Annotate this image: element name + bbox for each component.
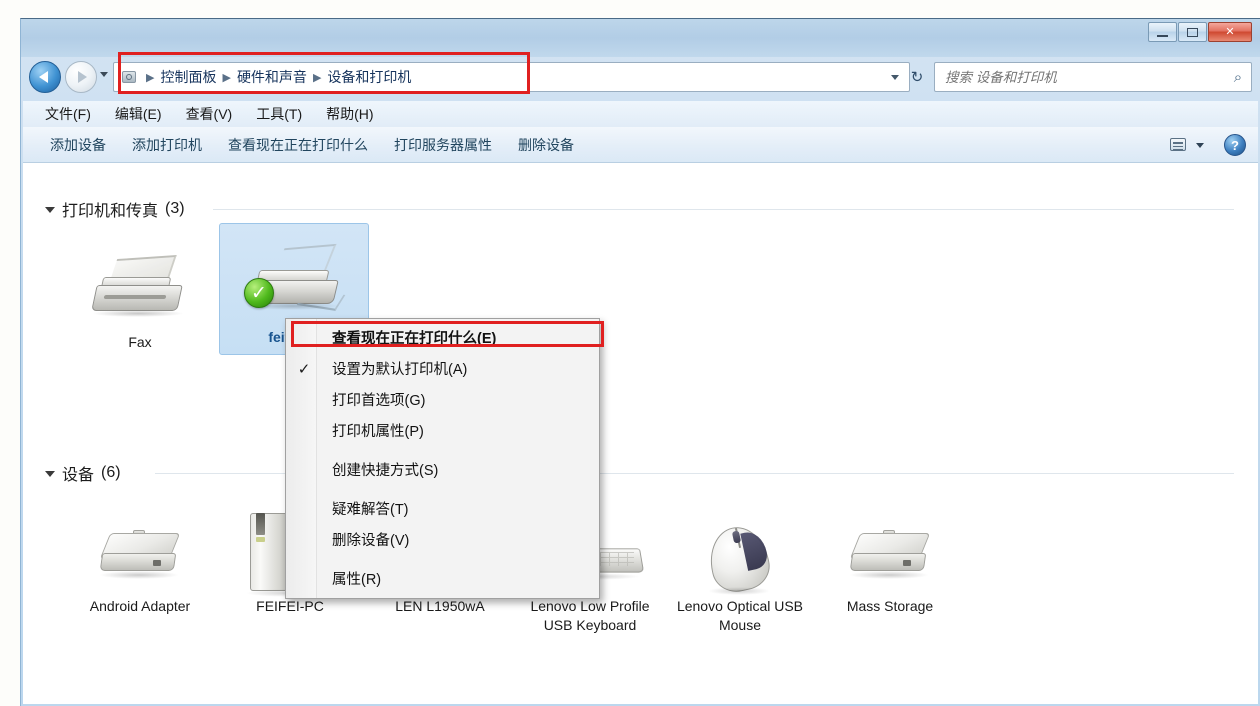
search-box[interactable]: ⌕ [934, 62, 1252, 92]
search-icon[interactable]: ⌕ [1225, 69, 1251, 86]
device-label-len-l1950wa: LEN L1950wA [395, 598, 485, 614]
printer-tile-fax[interactable]: Fax [65, 229, 215, 352]
context-menu-spacer [286, 555, 599, 563]
group-count-devices: (6) [101, 464, 121, 481]
context-menu-item-printing-preferences[interactable]: 打印首选项(G) [286, 384, 599, 415]
toolbar-right-group: ? [1168, 127, 1246, 163]
context-menu-spacer [286, 446, 599, 454]
device-label-keyboard: Lenovo Low Profile USB Keyboard [530, 598, 650, 633]
title-bar: ✕ [21, 19, 1260, 57]
toolbar-see-whats-printing[interactable]: 查看现在正在打印什么 [215, 131, 381, 159]
screenshot-root: ✕ ▶ 控制面板 ▶ 硬件和声音 ▶ 设备和打印机 ↻ 搜索 设备和打印机 ⌕ … [0, 0, 1260, 706]
forward-arrow-icon [78, 71, 87, 83]
context-menu-spacer [286, 485, 599, 493]
external-drive-icon [80, 499, 200, 595]
group-title-printers: 打印机和传真 [62, 203, 159, 220]
group-title-devices: 设备 [62, 467, 95, 484]
window-controls: ✕ [1148, 22, 1252, 42]
toolbar-add-device[interactable]: 添加设备 [37, 131, 119, 159]
close-icon: ✕ [1225, 25, 1235, 38]
menu-view[interactable]: 查看(V) [174, 101, 245, 127]
group-rule-printers [213, 209, 1234, 210]
menu-bar: 文件(F) 编辑(E) 查看(V) 工具(T) 帮助(H) [23, 101, 1258, 127]
context-menu-label: 删除设备(V) [332, 533, 410, 549]
address-bar[interactable]: ▶ 控制面板 ▶ 硬件和声音 ▶ 设备和打印机 [113, 62, 910, 92]
device-label-mouse: Lenovo Optical USB Mouse [676, 598, 804, 633]
context-menu-label: 打印机属性(P) [332, 424, 424, 440]
group-collapse-triangle-icon[interactable] [45, 471, 55, 477]
close-button[interactable]: ✕ [1208, 22, 1252, 42]
context-menu-item-see-whats-printing[interactable]: 查看现在正在打印什么(E) [286, 322, 599, 353]
command-toolbar: 添加设备 添加打印机 查看现在正在打印什么 打印服务器属性 删除设备 ? [23, 127, 1258, 163]
view-options-icon[interactable] [1168, 136, 1190, 154]
view-options-chevron-down-icon[interactable] [1196, 142, 1204, 148]
context-menu-item-set-as-default-printer[interactable]: ✓ 设置为默认打印机(A) [286, 353, 599, 384]
address-bar-row: ▶ 控制面板 ▶ 硬件和声音 ▶ 设备和打印机 ↻ ⌕ [21, 55, 1260, 101]
back-button[interactable] [29, 61, 61, 93]
address-dropdown-chevron-icon[interactable] [891, 75, 899, 80]
restore-icon [1187, 27, 1198, 37]
device-label-mass-storage: Mass Storage [846, 598, 934, 614]
breadcrumb-item-hardware-and-sound[interactable]: 硬件和声音 [233, 65, 311, 89]
context-menu-item-printer-properties[interactable]: 打印机属性(P) [286, 415, 599, 446]
printer-icon: ✓ [234, 230, 354, 326]
default-printer-check-icon: ✓ [244, 278, 274, 308]
context-menu-label: 打印首选项(G) [332, 393, 426, 409]
external-drive-icon [830, 499, 950, 595]
device-label-android-adapter: Android Adapter [89, 598, 191, 614]
device-tile-mass-storage[interactable]: Mass Storage [815, 493, 965, 616]
context-menu-item-troubleshoot[interactable]: 疑难解答(T) [286, 493, 599, 524]
recent-locations-chevron-icon[interactable] [100, 72, 108, 77]
device-label-feifei-pc: FEIFEI-PC [256, 598, 324, 614]
menu-tools[interactable]: 工具(T) [244, 101, 314, 127]
group-count-printers: (3) [165, 200, 185, 217]
printer-label-fax: Fax [128, 334, 152, 350]
content-area: 打印机和传真 (3) Fax ✓ 设备 (6) Android Adapter … [23, 163, 1258, 704]
context-menu-label: 疑难解答(T) [332, 502, 409, 518]
device-tile-mouse[interactable]: Lenovo Optical USB Mouse [665, 493, 815, 635]
toolbar-add-printer[interactable]: 添加打印机 [119, 131, 215, 159]
breadcrumb-separator-2: ▶ [312, 71, 322, 84]
toolbar-remove-device[interactable]: 删除设备 [505, 131, 587, 159]
fax-icon [80, 235, 200, 331]
search-input[interactable] [935, 68, 1225, 86]
menu-help[interactable]: 帮助(H) [314, 101, 385, 127]
breadcrumb-item-control-panel[interactable]: 控制面板 [156, 65, 220, 89]
context-menu-item-properties[interactable]: 属性(R) [286, 563, 599, 594]
toolbar-print-server-properties[interactable]: 打印服务器属性 [381, 131, 505, 159]
help-icon: ? [1231, 137, 1239, 153]
explorer-window: ✕ ▶ 控制面板 ▶ 硬件和声音 ▶ 设备和打印机 ↻ 搜索 设备和打印机 ⌕ … [20, 18, 1260, 706]
minimize-button[interactable] [1148, 22, 1177, 42]
printer-context-menu: 查看现在正在打印什么(E) ✓ 设置为默认打印机(A) 打印首选项(G) 打印机… [285, 318, 600, 599]
context-menu-label: 设置为默认打印机(A) [332, 362, 468, 378]
context-menu-item-remove-device[interactable]: 删除设备(V) [286, 524, 599, 555]
checkmark-icon: ✓ [297, 360, 311, 378]
help-button[interactable]: ? [1224, 134, 1246, 156]
back-arrow-icon [39, 71, 48, 83]
control-panel-icon [120, 68, 140, 86]
context-menu-label: 创建快捷方式(S) [332, 463, 439, 479]
menu-file[interactable]: 文件(F) [33, 101, 103, 127]
refresh-icon: ↻ [910, 69, 924, 86]
breadcrumb-separator-0: ▶ [146, 71, 155, 84]
context-menu-label: 查看现在正在打印什么(E) [332, 331, 497, 347]
mouse-icon [680, 499, 800, 597]
maximize-restore-button[interactable] [1178, 22, 1207, 42]
refresh-button[interactable]: ↻ [904, 62, 930, 92]
breadcrumb-separator-1: ▶ [222, 71, 231, 84]
context-menu-label: 属性(R) [332, 572, 382, 588]
breadcrumb-item-devices-and-printers[interactable]: 设备和打印机 [323, 65, 415, 89]
group-collapse-triangle-icon[interactable] [45, 207, 55, 213]
menu-edit[interactable]: 编辑(E) [103, 101, 174, 127]
group-header-printers[interactable]: 打印机和传真 (3) [45, 197, 185, 221]
device-tile-android-adapter[interactable]: Android Adapter [65, 493, 215, 616]
minimize-icon [1157, 34, 1168, 37]
group-header-devices[interactable]: 设备 (6) [45, 461, 121, 485]
forward-button[interactable] [65, 61, 97, 93]
context-menu-item-create-shortcut[interactable]: 创建快捷方式(S) [286, 454, 599, 485]
